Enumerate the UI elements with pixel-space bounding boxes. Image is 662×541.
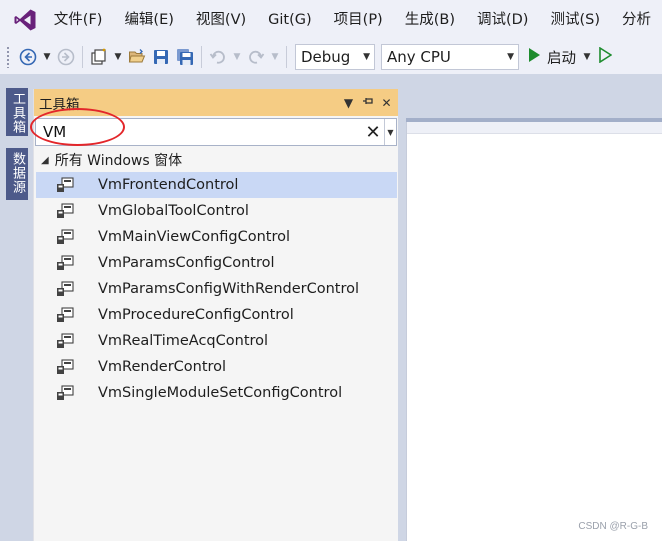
- toolbar-grip[interactable]: [6, 46, 10, 68]
- toolbox-item[interactable]: VmFrontendControl: [36, 172, 397, 198]
- clear-search-icon[interactable]: ✕: [362, 119, 384, 145]
- toolbox-item-label: VmProcedureConfigControl: [98, 307, 294, 323]
- menu-project[interactable]: 项目(P): [323, 0, 394, 40]
- toolbox-window-buttons: ▼ ✕: [342, 95, 393, 110]
- collapse-triangle-icon[interactable]: ◢: [41, 155, 49, 166]
- toolbox-item[interactable]: VmParamsConfigWithRenderControl: [36, 276, 397, 302]
- start-label: 启动: [547, 50, 576, 67]
- watermark: CSDN @R-G-B: [578, 521, 648, 532]
- toolbox-title: 工具箱: [39, 96, 80, 113]
- pin-icon[interactable]: [361, 95, 374, 110]
- toolbar-separator: [201, 46, 202, 68]
- toolbox-item[interactable]: VmRenderControl: [36, 354, 397, 380]
- chevron-down-icon: ▼: [507, 52, 514, 62]
- editor-area: [398, 82, 662, 541]
- close-icon[interactable]: ✕: [380, 96, 393, 110]
- side-tab-datasource-label: 数据源: [10, 152, 25, 194]
- navigate-forward-icon[interactable]: [54, 44, 78, 70]
- user-control-icon: [56, 281, 74, 297]
- solution-platform-value: Any CPU: [387, 48, 451, 66]
- toolbox-item-label: VmParamsConfigControl: [98, 255, 275, 271]
- toolbox-item[interactable]: VmProcedureConfigControl: [36, 302, 397, 328]
- standard-toolbar: ▼ ▼ ▼ ▼ Debug ▼ Any CPU ▼ 启动 ▼: [0, 40, 662, 74]
- solution-platform-select[interactable]: Any CPU ▼: [381, 44, 519, 70]
- toolbox-titlebar[interactable]: 工具箱 ▼ ✕: [34, 89, 398, 116]
- redo-dropdown-icon[interactable]: ▼: [268, 44, 282, 70]
- designer-canvas[interactable]: [406, 122, 662, 541]
- toolbox-item[interactable]: VmGlobalToolControl: [36, 198, 397, 224]
- window-position-menu-icon[interactable]: ▼: [342, 96, 355, 110]
- side-tab-toolbox-label: 工具箱: [10, 92, 25, 134]
- navigate-back-icon[interactable]: [16, 44, 40, 70]
- toolbox-item-label: VmRenderControl: [98, 359, 227, 375]
- menu-debug[interactable]: 调试(D): [466, 0, 539, 40]
- menu-git[interactable]: Git(G): [257, 0, 323, 40]
- toolbox-item-label: VmRealTimeAcqControl: [98, 333, 269, 349]
- designer-header-bar: [407, 122, 662, 134]
- user-control-icon: [56, 177, 74, 193]
- left-tool-window-strip: 工具箱 数据源: [0, 82, 33, 541]
- toolbox-item-label: VmGlobalToolControl: [98, 203, 249, 219]
- user-control-icon: [56, 333, 74, 349]
- new-project-icon[interactable]: [87, 44, 111, 70]
- toolbox-item[interactable]: VmRealTimeAcqControl: [36, 328, 397, 354]
- save-all-icon[interactable]: [173, 44, 197, 70]
- user-control-icon: [56, 307, 74, 323]
- toolbox-item-label: VmParamsConfigWithRenderControl: [98, 281, 360, 297]
- menu-analyze[interactable]: 分析: [611, 0, 662, 40]
- menu-edit[interactable]: 编辑(E): [113, 0, 184, 40]
- menu-test[interactable]: 测试(S): [539, 0, 611, 40]
- solution-configuration-select[interactable]: Debug ▼: [295, 44, 375, 70]
- toolbar-separator: [286, 46, 287, 68]
- undo-icon[interactable]: [206, 44, 230, 70]
- menu-build[interactable]: 生成(B): [394, 0, 466, 40]
- open-folder-icon[interactable]: [125, 44, 149, 70]
- toolbox-group-header[interactable]: ◢ 所有 Windows 窗体: [41, 150, 182, 170]
- redo-icon[interactable]: [244, 44, 268, 70]
- user-control-icon: [56, 229, 74, 245]
- menu-file[interactable]: 文件(F): [50, 0, 114, 40]
- user-control-icon: [56, 203, 74, 219]
- toolbox-group-name: 所有 Windows 窗体: [54, 153, 183, 169]
- play-icon: [527, 47, 541, 67]
- start-without-debugging-icon[interactable]: [598, 46, 613, 67]
- side-tab-datasource[interactable]: 数据源: [6, 148, 28, 200]
- menu-items: 文件(F) 编辑(E) 视图(V) Git(G) 项目(P) 生成(B) 调试(…: [50, 0, 662, 40]
- toolbox-search-box: ✕ ▼: [35, 118, 397, 146]
- undo-dropdown-icon[interactable]: ▼: [230, 44, 244, 70]
- toolbox-search-input[interactable]: [36, 119, 362, 145]
- save-icon[interactable]: [149, 44, 173, 70]
- user-control-icon: [56, 385, 74, 401]
- side-tab-toolbox[interactable]: 工具箱: [6, 88, 28, 136]
- start-debugging-button[interactable]: 启动 ▼: [527, 44, 613, 70]
- toolbox-item[interactable]: VmSingleModuleSetConfigControl: [36, 380, 397, 406]
- menu-view[interactable]: 视图(V): [185, 0, 257, 40]
- start-dropdown-icon[interactable]: ▼: [580, 44, 594, 70]
- visual-studio-logo-icon[interactable]: [0, 0, 50, 40]
- new-project-dropdown-icon[interactable]: ▼: [111, 44, 125, 70]
- user-control-icon: [56, 359, 74, 375]
- solution-configuration-value: Debug: [301, 48, 351, 66]
- toolbox-item-label: VmSingleModuleSetConfigControl: [98, 385, 343, 401]
- toolbox-item-list: VmFrontendControl VmGlobalToolControl VmMa…: [36, 172, 397, 406]
- toolbar-separator: [82, 46, 83, 68]
- search-options-dropdown-icon[interactable]: ▼: [384, 119, 396, 145]
- user-control-icon: [56, 255, 74, 271]
- navigate-back-dropdown-icon[interactable]: ▼: [40, 44, 54, 70]
- menu-bar: 文件(F) 编辑(E) 视图(V) Git(G) 项目(P) 生成(B) 调试(…: [0, 0, 662, 40]
- toolbox-item-label: VmMainViewConfigControl: [98, 229, 291, 245]
- toolbox-item[interactable]: VmMainViewConfigControl: [36, 224, 397, 250]
- chevron-down-icon: ▼: [363, 52, 370, 62]
- toolbox-item-label: VmFrontendControl: [98, 177, 239, 193]
- toolbox-item[interactable]: VmParamsConfigControl: [36, 250, 397, 276]
- toolbox-panel: 工具箱 ▼ ✕ ✕ ▼ ◢ 所有 Windows 窗体 VmFrontendCo…: [33, 89, 398, 541]
